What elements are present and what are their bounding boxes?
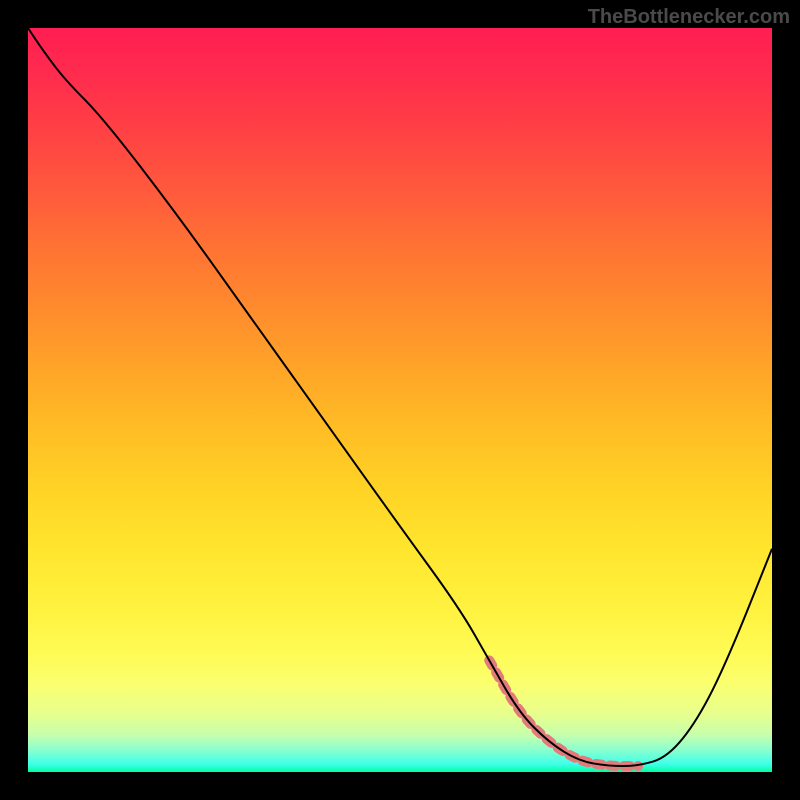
watermark-text: TheBottlenecker.com [588, 6, 790, 29]
plot-area [28, 28, 772, 772]
gradient-background [28, 28, 772, 772]
